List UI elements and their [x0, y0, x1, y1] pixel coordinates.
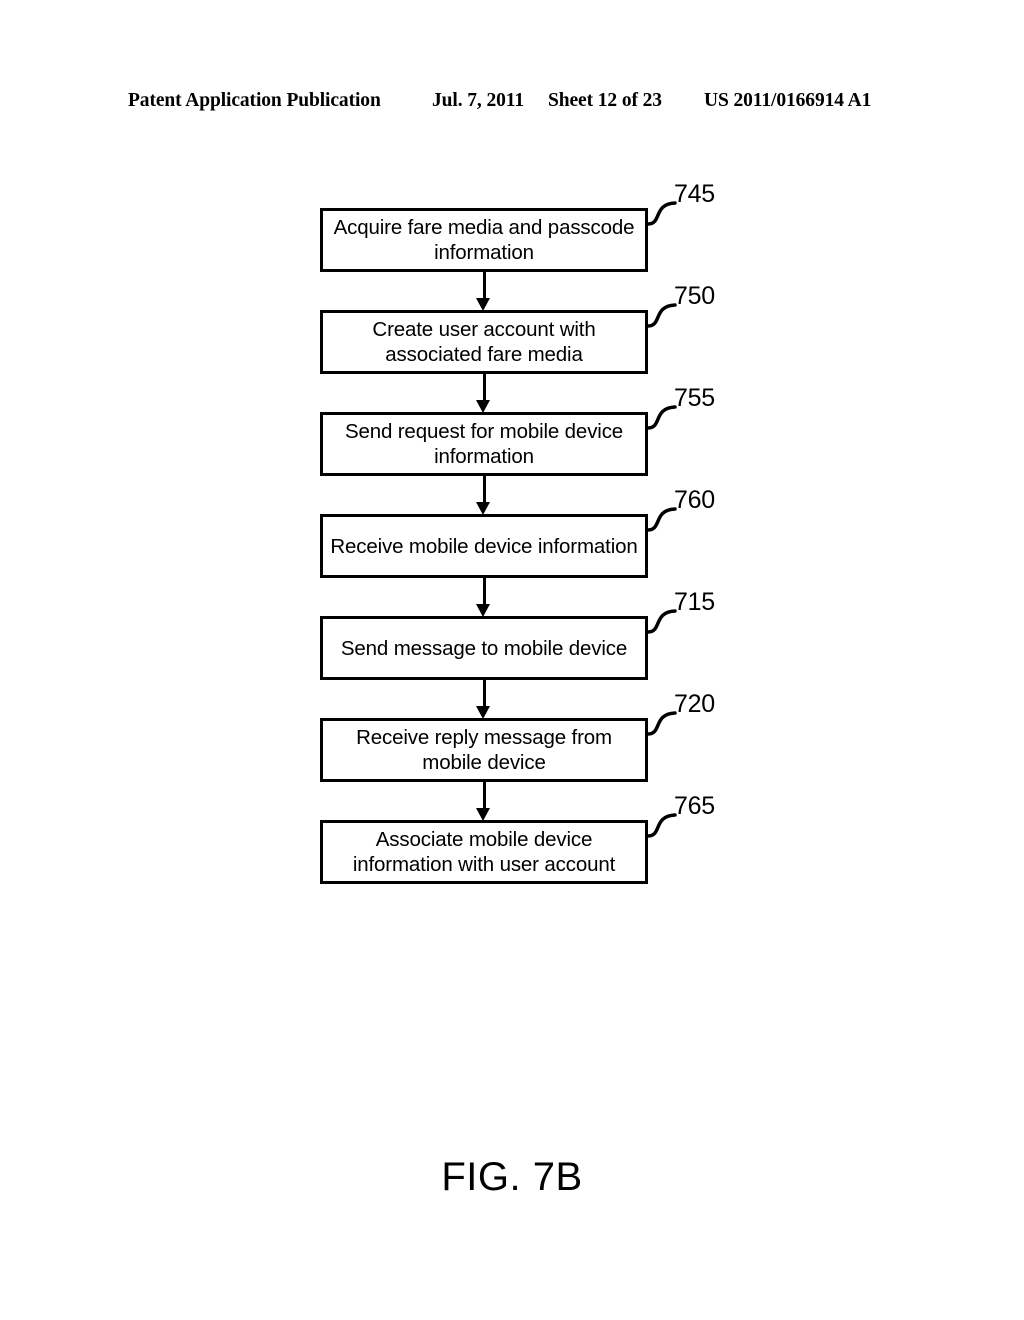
reference-number-720: 720: [674, 690, 715, 718]
arrow-stem: [483, 680, 486, 708]
flowchart-arrow-720-765: [475, 782, 490, 821]
figure-caption: FIG. 7B: [441, 1155, 583, 1199]
reference-number-745: 745: [674, 180, 715, 208]
arrow-stem: [483, 374, 486, 402]
flowchart-node-label: Send message to mobile device: [340, 636, 628, 660]
flowchart-diagram: Acquire fare media and passcode informat…: [0, 0, 1024, 1320]
reference-number-755: 755: [674, 384, 715, 412]
arrow-stem: [483, 578, 486, 606]
reference-number-760: 760: [674, 486, 715, 514]
reference-number-765: 765: [674, 792, 715, 820]
arrow-stem: [483, 272, 486, 300]
reference-number-715: 715: [674, 588, 715, 616]
flowchart-node-label: Create user account with associated fare…: [372, 318, 596, 366]
flowchart-node-label: Acquire fare media and passcode informat…: [333, 216, 635, 264]
flowchart-arrow-745-750: [475, 272, 490, 311]
arrow-stem: [483, 782, 486, 810]
flowchart-arrow-760-715: [475, 578, 490, 617]
flowchart-node-label: Receive reply message from mobile device: [356, 726, 612, 774]
flowchart-node-label: Send request for mobile device informati…: [344, 420, 624, 468]
flowchart-node-745: Acquire fare media and passcode informat…: [320, 208, 648, 272]
flowchart-node-755: Send request for mobile device informati…: [320, 412, 648, 476]
flowchart-node-label: Receive mobile device information: [330, 534, 638, 558]
arrow-stem: [483, 476, 486, 504]
flowchart-node-760: Receive mobile device information: [320, 514, 648, 578]
flowchart-node-765: Associate mobile device information with…: [320, 820, 648, 884]
flowchart-node-715: Send message to mobile device: [320, 616, 648, 680]
flowchart-arrow-715-720: [475, 680, 490, 719]
flowchart-arrow-755-760: [475, 476, 490, 515]
flowchart-node-label: Associate mobile device information with…: [352, 828, 616, 876]
flowchart-arrow-750-755: [475, 374, 490, 413]
reference-number-750: 750: [674, 282, 715, 310]
flowchart-node-750: Create user account with associated fare…: [320, 310, 648, 374]
flowchart-node-720: Receive reply message from mobile device: [320, 718, 648, 782]
